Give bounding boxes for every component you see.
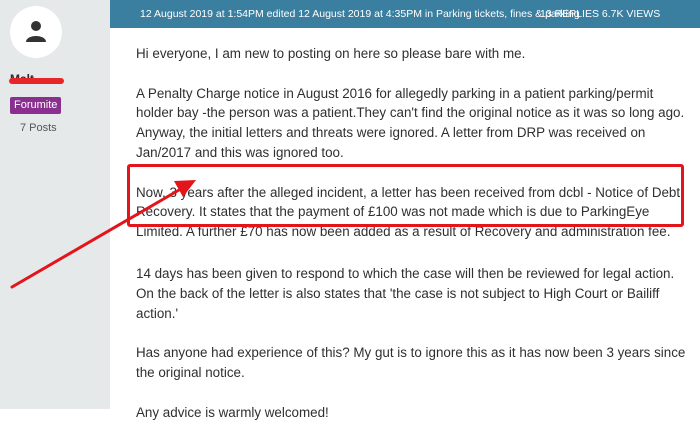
annotation-arrow-icon <box>10 180 196 289</box>
